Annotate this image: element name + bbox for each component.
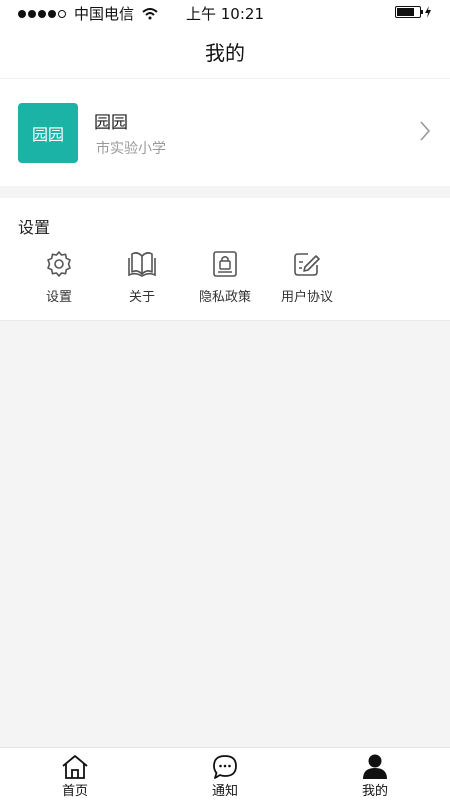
profile-school: 市实验小学 [96,141,166,157]
charging-bolt-icon [425,6,431,18]
settings-item-label: 关于 [128,290,155,305]
tab-notifications[interactable]: 通知 [150,748,300,801]
settings-item-label: 设置 [45,290,72,305]
settings-item-privacy[interactable]: 隐私政策 [184,248,266,308]
chat-bubble-icon [213,755,237,779]
book-icon [128,252,156,277]
tab-label: 我的 [361,784,388,799]
profile-name: 园园 [94,113,128,133]
battery-icon [395,6,423,18]
privacy-lock-icon [213,251,237,277]
settings-item-label: 隐私政策 [198,290,251,305]
settings-item-about[interactable]: 关于 [101,248,183,308]
nav-bar: 我的 [0,24,450,78]
tab-label: 首页 [61,784,88,799]
status-time: 上午 10:21 [186,5,264,23]
battery-fill [397,8,414,16]
user-icon [363,754,387,779]
gear-icon [47,251,71,277]
tab-bar: 首页 通知 我的 [0,747,450,801]
agreement-edit-icon [294,253,320,276]
tab-mine[interactable]: 我的 [300,748,450,801]
battery-area [395,6,432,18]
status-bar: 中国电信 上午 10:21 [0,0,450,24]
settings-item-settings[interactable]: 设置 [18,248,100,308]
page-title: 我的 [205,40,245,65]
avatar: 园园 [18,103,78,163]
profile-card[interactable]: 园园 园园 市实验小学 [0,78,450,186]
settings-item-agreement[interactable]: 用户协议 [266,248,348,308]
settings-title: 设置 [18,218,51,237]
settings-section: 设置 设置 关于 隐私政策 用户协议 [0,198,450,321]
home-icon [62,755,88,779]
tab-label: 通知 [211,784,238,799]
settings-item-label: 用户协议 [280,290,333,305]
chevron-right-icon[interactable] [419,121,431,141]
tab-home[interactable]: 首页 [0,748,150,801]
